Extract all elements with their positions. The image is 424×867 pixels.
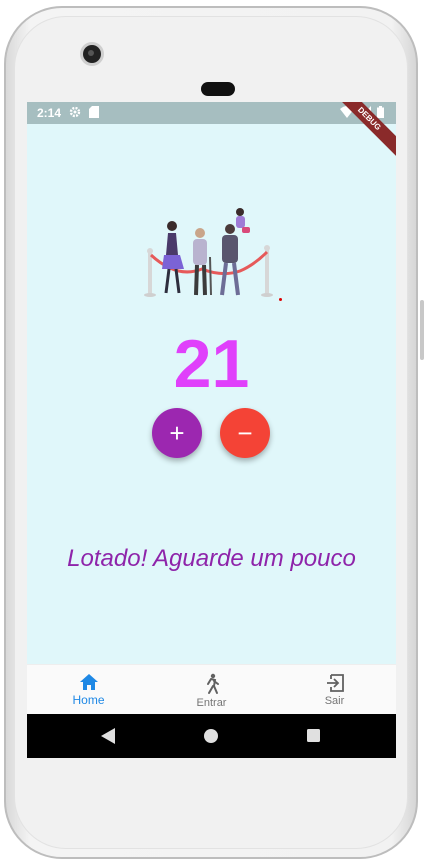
sd-card-icon [89,105,100,121]
app-screen: 2:14 DEBUG 21 + − Lotado! Aguarde um pou… [27,102,396,758]
queue-illustration [142,207,302,307]
recents-icon[interactable] [307,729,320,747]
earpiece-speaker [201,82,235,96]
nav-item-home[interactable]: Home [27,665,150,715]
add-person-button[interactable]: + [152,408,202,458]
debug-banner: DEBUG [325,102,396,163]
exit-icon [326,674,344,692]
status-bar: 2:14 DEBUG [27,102,396,163]
system-navigation-bar [27,714,396,758]
nav-label-home: Home [72,693,105,707]
home-icon [79,674,98,690]
nav-item-sair[interactable]: Sair [273,665,396,715]
walk-icon [206,673,219,694]
people-counter: 21 [173,326,250,402]
red-dot [279,298,282,301]
gear-icon [69,106,81,121]
status-time: 2:14 [37,106,62,120]
bottom-navigation: Home Entrar Sair [27,664,396,715]
front-camera [83,45,101,63]
status-message: Lotado! Aguarde um pouco [67,545,356,572]
nav-label-sair: Sair [324,695,345,707]
home-circle-icon[interactable] [204,729,218,748]
back-icon[interactable] [101,728,115,749]
nav-label-entrar: Entrar [196,697,227,709]
nav-item-entrar[interactable]: Entrar [150,665,273,715]
remove-person-button[interactable]: − [220,408,270,458]
volume-button [420,300,424,360]
